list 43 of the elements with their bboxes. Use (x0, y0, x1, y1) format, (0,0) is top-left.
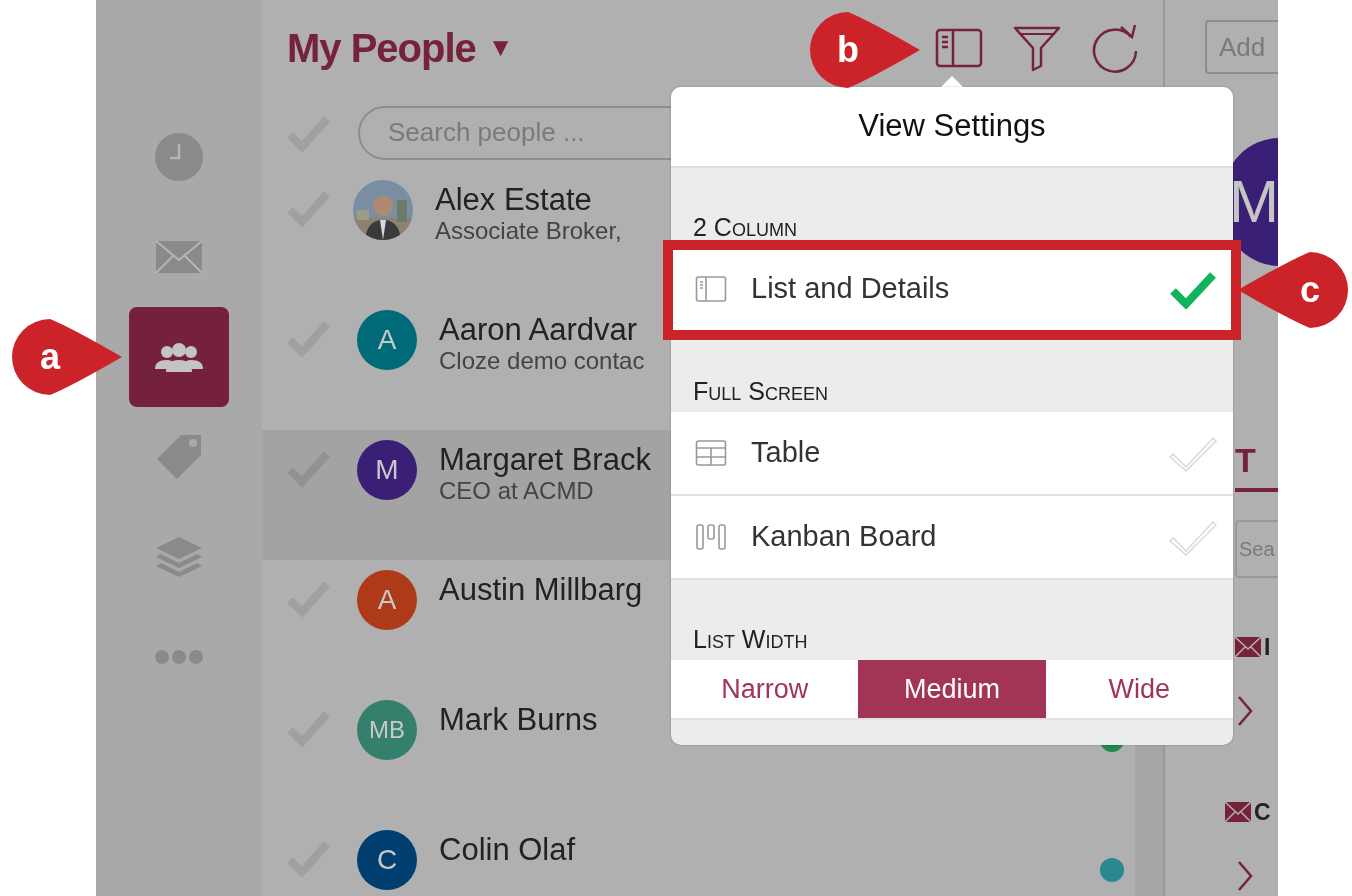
item-title: C (1254, 798, 1271, 827)
view-option[interactable]: Kanban Board (671, 496, 1233, 580)
dropdown-caret[interactable]: ▼ (487, 28, 514, 67)
callout-marker: b (808, 10, 920, 90)
person-subtitle: CEO at ACMD (439, 477, 595, 505)
person-name: Mark Burns (439, 702, 598, 738)
people-icon[interactable] (155, 342, 203, 372)
view-option[interactable]: Table (671, 412, 1233, 496)
section-header: Full Screen (692, 375, 829, 407)
mail-icon (1235, 637, 1261, 658)
avatar: A (357, 570, 417, 630)
table-icon (695, 437, 727, 469)
callout-marker: a (10, 317, 122, 397)
mail-icon (1225, 802, 1251, 823)
person-name: Austin Millbarg (439, 572, 643, 608)
person-name: Margaret Brack (439, 442, 651, 478)
chevron-icon[interactable] (1237, 695, 1255, 727)
avatar: A (357, 310, 417, 370)
person-name: Alex Estate (435, 182, 593, 218)
columns-icon (695, 273, 727, 305)
avatar: MB (357, 700, 417, 760)
section-header: List Width (692, 623, 809, 655)
person-name: Colin Olaf (439, 832, 576, 868)
chevron-icon[interactable] (1237, 860, 1255, 892)
page-title: My People (287, 24, 476, 72)
avatar: M (357, 440, 417, 500)
clock-icon[interactable] (154, 132, 204, 182)
sidebar-button[interactable] (129, 307, 229, 407)
kanban-icon (695, 521, 727, 553)
person-name: Aaron Aardvar (439, 312, 639, 348)
tag-icon[interactable] (155, 433, 203, 481)
segment-button[interactable]: Medium (858, 660, 1046, 718)
more-icon[interactable] (155, 650, 203, 664)
avatar: C (357, 830, 417, 890)
mail-icon[interactable] (155, 240, 203, 274)
item-title: I (1264, 633, 1271, 662)
person-subtitle: Cloze demo contac (439, 347, 645, 375)
section-header: 2 Column (692, 211, 798, 243)
layers-icon[interactable] (155, 535, 203, 579)
person-subtitle: Associate Broker, (435, 217, 622, 245)
popover-title: View Settings (671, 87, 1233, 168)
view-settings-icon[interactable] (935, 27, 983, 68)
callout-marker: c (1238, 250, 1350, 330)
